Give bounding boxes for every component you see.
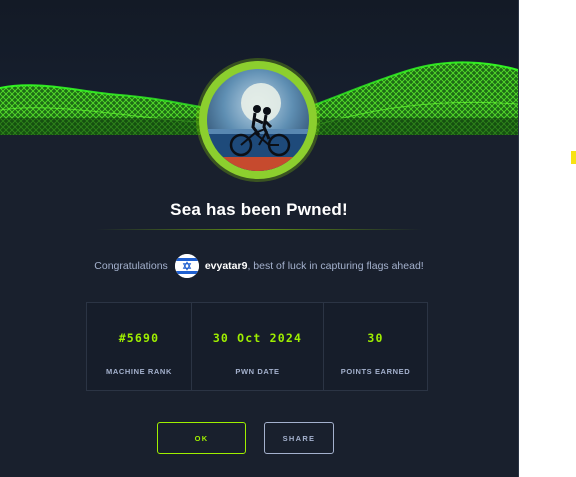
machine-avatar [199, 61, 317, 179]
pwn-date-value: 30 Oct 2024 [212, 331, 303, 345]
machine-sea-bicycle-icon [207, 69, 309, 171]
pwned-modal: Sea has been Pwned! Congratulations evya… [0, 0, 519, 477]
stats-panel: #5690 MACHINE RANK 30 Oct 2024 PWN DATE … [86, 302, 428, 391]
stat-pwn-date: 30 Oct 2024 PWN DATE [192, 303, 324, 390]
israel-flag-icon [174, 254, 199, 278]
username[interactable]: evyatar9 [205, 260, 248, 272]
points-earned-value: 30 [367, 331, 384, 345]
ok-button[interactable]: OK [157, 422, 246, 454]
title-divider [96, 229, 422, 230]
stat-machine-rank: #5690 MACHINE RANK [87, 303, 192, 390]
machine-rank-label: MACHINE RANK [106, 367, 172, 376]
congrats-suffix: , best of luck in capturing flags ahead! [247, 260, 424, 272]
machine-rank-value: #5690 [118, 331, 160, 345]
share-button[interactable]: SHARE [264, 422, 334, 454]
congratulations-message: Congratulations evyatar9 , best of luck … [0, 254, 518, 278]
congrats-prefix: Congratulations [94, 260, 168, 272]
background-page-marker [571, 151, 576, 164]
modal-title: Sea has been Pwned! [170, 200, 348, 219]
stat-points-earned: 30 POINTS EARNED [324, 303, 427, 390]
points-earned-label: POINTS EARNED [340, 367, 411, 376]
pwn-date-label: PWN DATE [235, 367, 280, 376]
